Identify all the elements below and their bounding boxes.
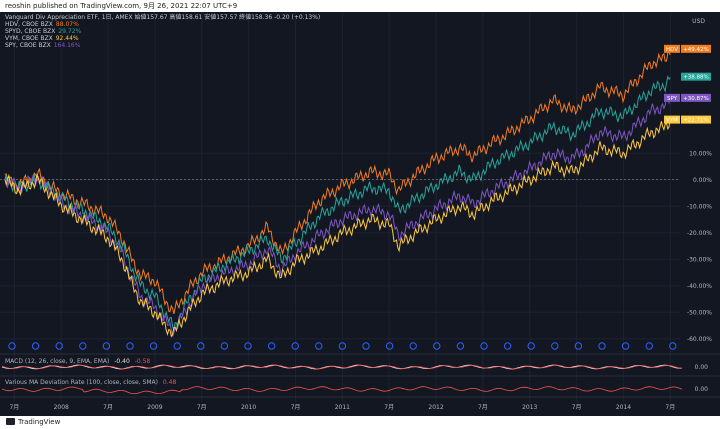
series-line-spyd — [4, 75, 671, 332]
y-tick-label: -30.00% — [687, 256, 712, 263]
x-tick-label: 7月 — [9, 404, 19, 411]
x-tick-label: 7月 — [103, 404, 113, 411]
publisher-bar: reoshin published on TradingView.com, 9月… — [0, 0, 720, 12]
macd-value-2: -0.58 — [134, 358, 151, 365]
legend-item[interactable]: SPY, CBOE BZX 164.16% — [5, 42, 80, 50]
x-tick-label: 7月 — [478, 404, 488, 411]
legend-label: Vanguard Div Appreciation ETF, 1日, AMEX … — [5, 14, 321, 21]
price-axis: 10.00% 0.00% -10.00% -20.00% -30.00% -40.00% -… — [664, 18, 712, 393]
deviation-legend: Various MA Deviation Rate (100, close, c… — [5, 379, 176, 386]
y-tick-label: -40.00% — [687, 283, 712, 290]
publisher-text: reoshin published on TradingView.com, 9月… — [5, 2, 238, 10]
event-marker[interactable] — [480, 342, 488, 350]
event-marker[interactable] — [149, 342, 158, 350]
y-tick-label: 10.00% — [689, 150, 712, 157]
x-tick-label: 2010 — [241, 404, 256, 411]
x-tick-label: 7月 — [197, 404, 207, 411]
panel-axis-label: 0.00 — [695, 386, 709, 393]
event-marker[interactable] — [645, 342, 653, 350]
legend-label: SPYD, CBOE BZX — [5, 28, 56, 35]
last-value-text: +38.88% — [683, 75, 709, 81]
x-tick-label: 2012 — [428, 404, 443, 411]
legend-value: 92.44% — [55, 35, 79, 42]
event-marker[interactable] — [220, 342, 229, 350]
event-marker[interactable] — [503, 342, 512, 350]
event-marker[interactable] — [126, 342, 134, 350]
last-value-text: +49.42% — [683, 47, 709, 53]
series-name-tag-text: HDV — [666, 47, 678, 53]
panel-axis-label: 0.00 — [695, 364, 709, 371]
event-marker[interactable] — [433, 342, 441, 350]
legend-value: 88.07% — [55, 21, 79, 28]
event-marker[interactable] — [102, 342, 111, 350]
legend-label: SPY, CBOE BZX — [5, 42, 51, 49]
legend-value: 29.72% — [58, 28, 82, 35]
x-tick-label: 2013 — [522, 404, 537, 411]
tradingview-logo-icon — [6, 418, 15, 425]
macd-value-1: -0.40 — [114, 358, 130, 365]
footer-bar: TradingView — [0, 416, 720, 429]
deviation-title: Various MA Deviation Rate (100, close, c… — [5, 379, 158, 386]
y-tick-label: -20.00% — [687, 230, 712, 237]
x-tick-label: 2011 — [335, 404, 350, 411]
event-marker[interactable] — [362, 342, 370, 350]
y-tick-label: -10.00% — [687, 203, 712, 210]
event-marker[interactable] — [197, 342, 205, 350]
y-tick-label: 0.00% — [693, 177, 712, 184]
x-tick-label: 7月 — [665, 404, 675, 411]
deviation-value: 0.48 — [162, 379, 177, 386]
series-line-spy — [4, 96, 671, 337]
footer-brand: TradingView — [18, 418, 61, 426]
event-marker[interactable] — [79, 342, 87, 350]
macd-title: MACD (12, 26, close, 9, EMA, EMA) — [5, 358, 110, 365]
x-tick-label: 7月 — [572, 404, 582, 411]
event-marker[interactable] — [598, 342, 606, 350]
legend-value: 164.16% — [53, 42, 81, 49]
event-marker[interactable] — [527, 342, 535, 350]
x-tick-label: 2008 — [54, 404, 69, 411]
series-name-tag-text: SPY — [667, 96, 678, 102]
time-axis: 7月 2008 7月 2009 7月 2010 7月 2011 7月 2012 7月 2013 7月 20… — [9, 404, 675, 411]
x-tick-label: 2014 — [616, 404, 631, 411]
y-tick-label: -50.00% — [687, 309, 712, 316]
x-tick-label: 7月 — [291, 404, 301, 411]
event-marker[interactable] — [244, 342, 252, 350]
legend-label: HDV, CBOE BZX — [5, 21, 53, 28]
series-line-hdv — [4, 51, 671, 315]
series-lines — [4, 51, 671, 338]
legend-label: VYM, CBOE BZX — [5, 35, 53, 42]
x-tick-label: 2009 — [147, 404, 162, 411]
event-marker[interactable] — [173, 342, 181, 350]
last-value-text: +30.87% — [683, 96, 709, 102]
event-marker[interactable] — [456, 342, 465, 350]
x-tick-label: 7月 — [384, 404, 394, 411]
event-marker[interactable] — [31, 342, 40, 350]
series-name-tag-text: VYM — [666, 118, 678, 124]
event-marker[interactable] — [267, 342, 276, 350]
event-marker[interactable] — [315, 342, 323, 350]
chart-svg[interactable]: 10.00% 0.00% -10.00% -20.00% -30.00% -40.00% -… — [0, 12, 720, 416]
macd-legend: MACD (12, 26, close, 9, EMA, EMA) -0.40 … — [5, 358, 150, 365]
chart-frame[interactable]: 10.00% 0.00% -10.00% -20.00% -30.00% -40.00% -… — [0, 12, 720, 416]
currency-label: USD — [692, 18, 705, 25]
y-tick-label: -60.00% — [687, 336, 712, 343]
event-marker[interactable] — [551, 342, 559, 350]
event-marker[interactable] — [409, 342, 417, 350]
last-value-text: +22.71% — [683, 118, 709, 124]
